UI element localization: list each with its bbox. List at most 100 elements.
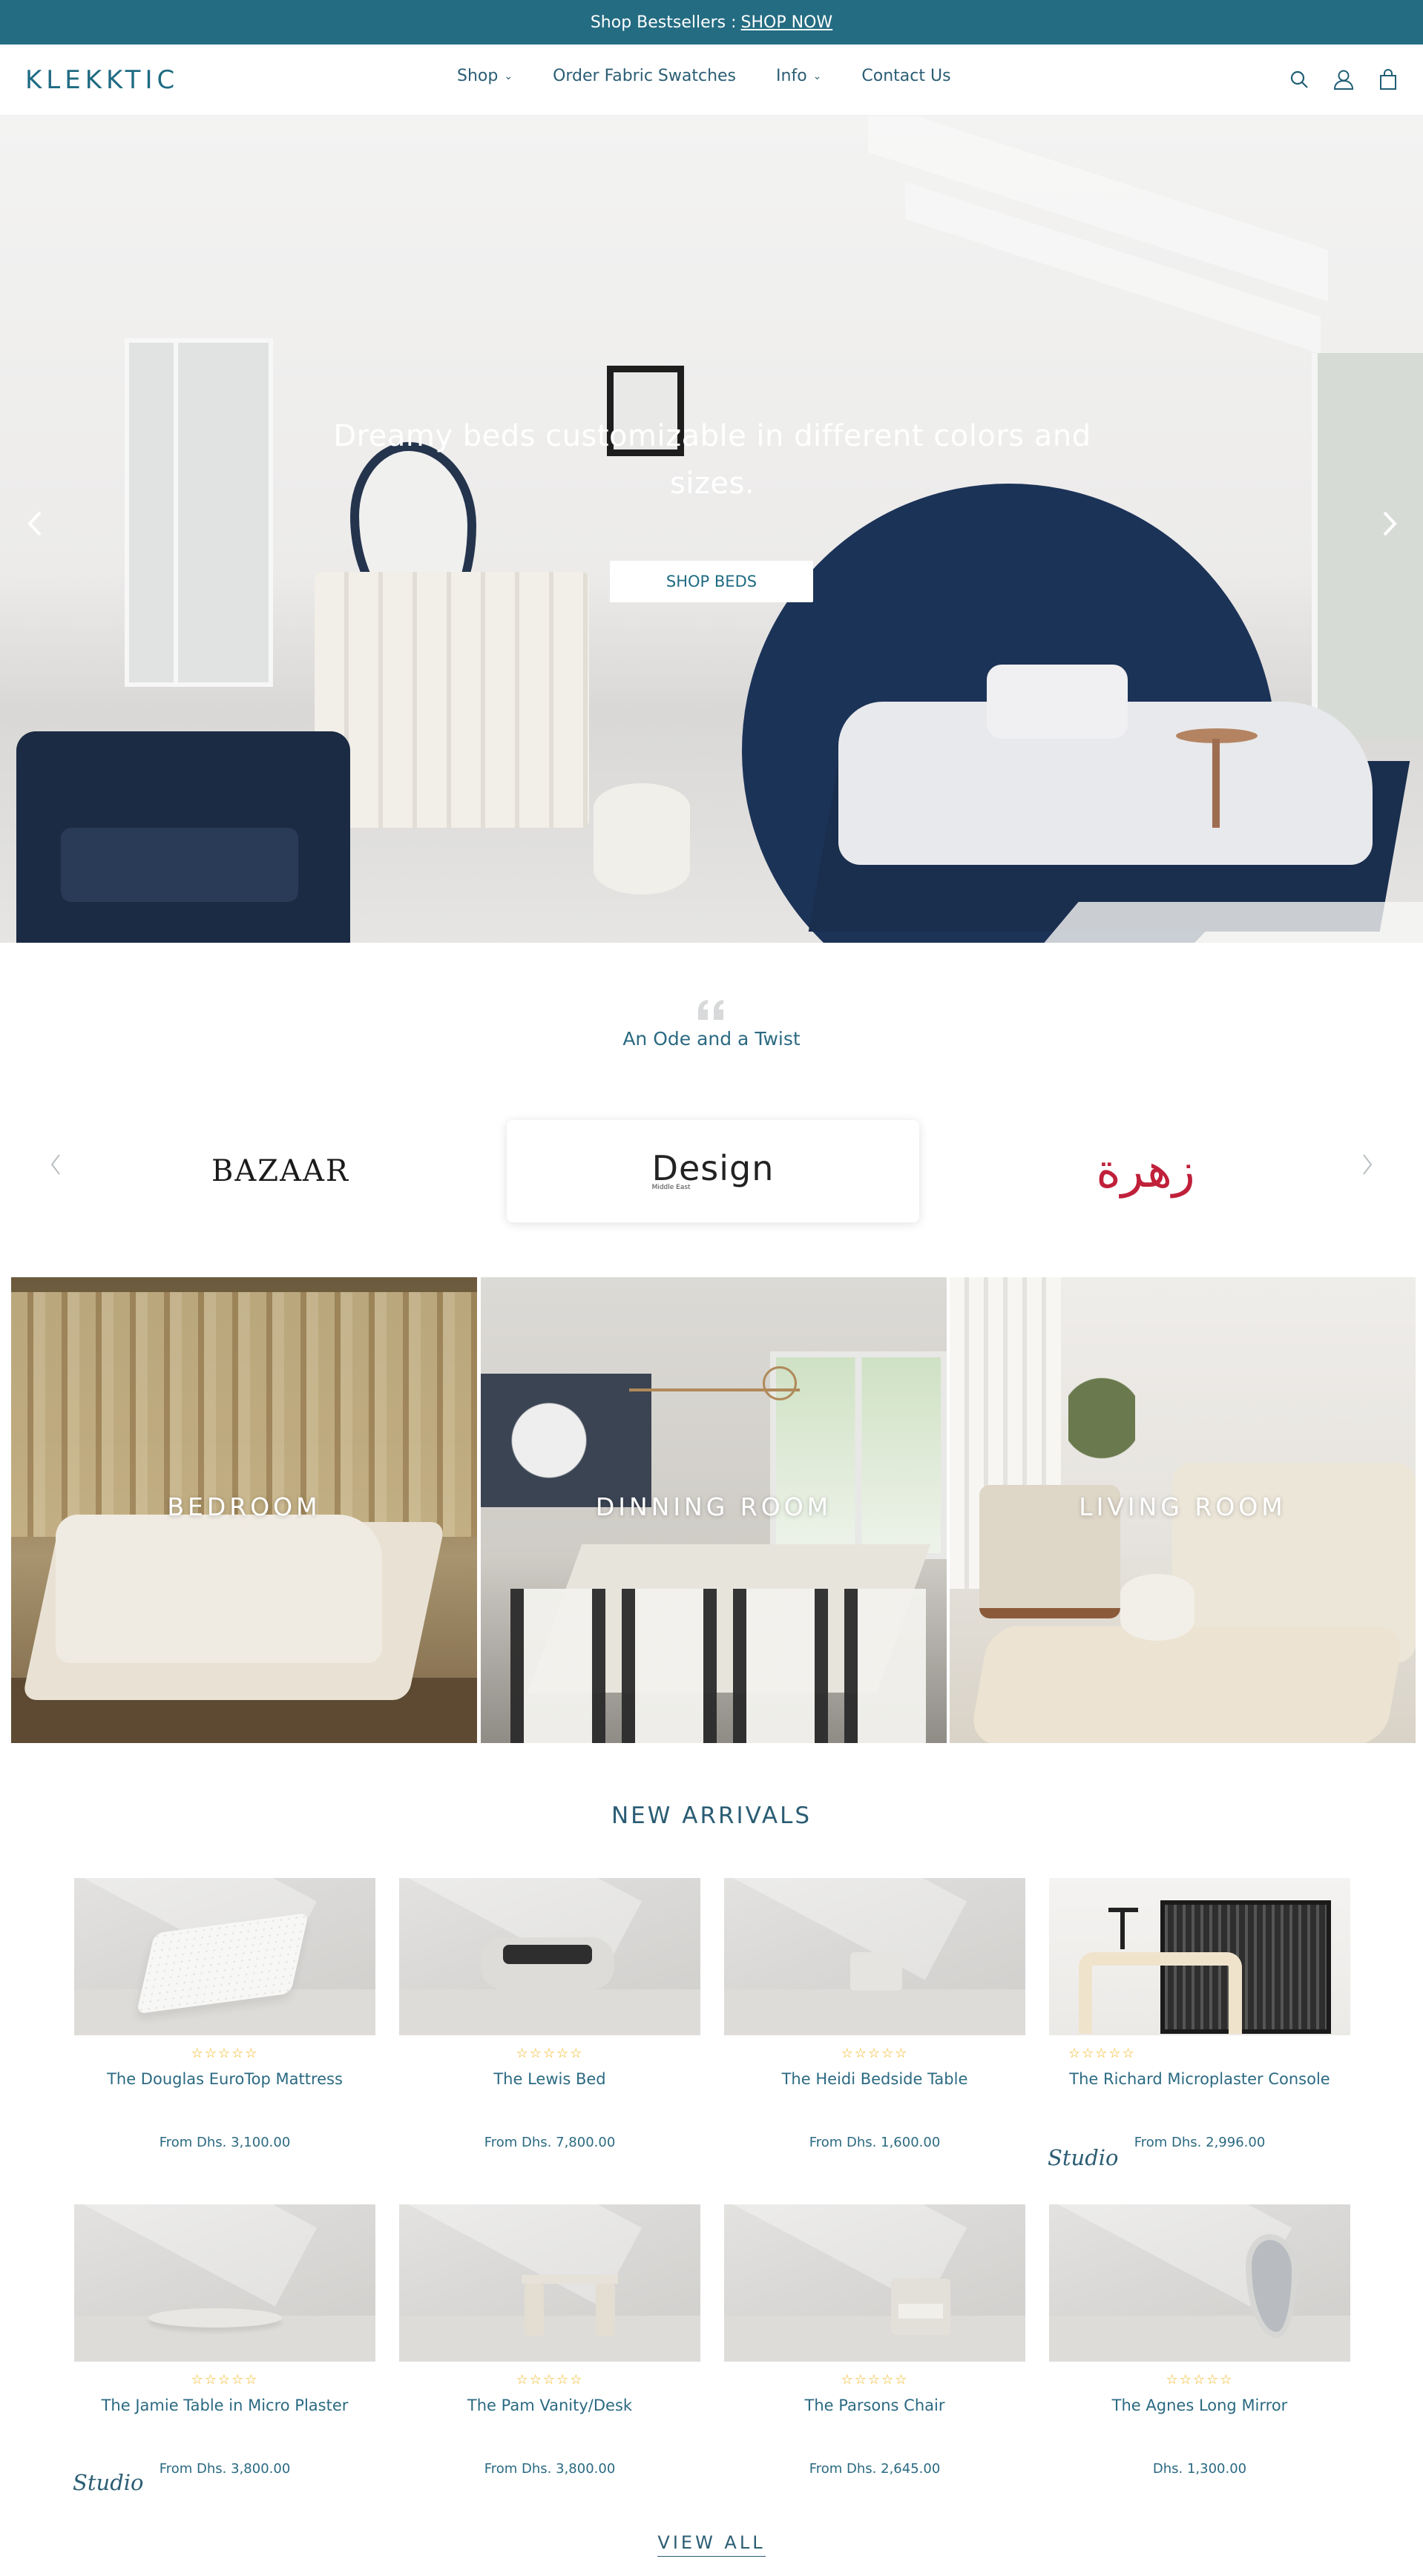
hero-scene xyxy=(16,731,350,943)
product-price: From Dhs. 3,800.00 xyxy=(484,2461,616,2477)
announcement-bar: Shop Bestsellers : SHOP NOW xyxy=(0,0,1423,45)
room-tile-dining-room[interactable]: DINNING ROOM xyxy=(481,1277,947,1743)
product-image xyxy=(74,2204,375,2362)
press-logo-zahrat[interactable]: زهرة xyxy=(939,1120,1352,1222)
hero-scene xyxy=(1312,353,1423,739)
product-title[interactable]: The Heidi Bedside Table xyxy=(724,2069,1025,2089)
product-title[interactable]: The Lewis Bed xyxy=(399,2069,700,2089)
design-logo-text: Design xyxy=(651,1148,775,1188)
product-card[interactable]: ☆☆☆☆☆ The Heidi Bedside Table From Dhs. … xyxy=(724,1878,1025,2150)
product-card[interactable]: ☆☆☆☆☆ The Richard Microplaster Console F… xyxy=(1049,1878,1350,2150)
header-icons xyxy=(1286,67,1401,92)
rating-stars: ☆☆☆☆☆ xyxy=(1068,2046,1136,2061)
hero-scene xyxy=(1212,739,1220,828)
room-image xyxy=(510,1589,926,1743)
hero-title: Dreamy beds customizable in different co… xyxy=(333,419,1091,501)
product-card[interactable]: ☆☆☆☆☆ The Parsons Chair From Dhs. 2,645.… xyxy=(724,2204,1025,2477)
press-quote: An Ode and a Twist xyxy=(622,1028,801,1050)
room-label: BEDROOM xyxy=(167,1492,321,1521)
product-card[interactable]: ☆☆☆☆☆ The Pam Vanity/Desk From Dhs. 3,80… xyxy=(399,2204,700,2477)
chevron-down-icon: ⌄ xyxy=(812,70,822,82)
new-arrivals-title: NEW ARRIVALS xyxy=(611,1802,812,1829)
product-card[interactable]: ☆☆☆☆☆ The Agnes Long Mirror Dhs. 1,300.0… xyxy=(1049,2204,1350,2477)
product-image xyxy=(1049,2204,1350,2362)
chevron-right-icon xyxy=(1383,511,1397,536)
product-card[interactable]: ☆☆☆☆☆ The Jamie Table in Micro Plaster F… xyxy=(74,2204,375,2477)
rating-stars: ☆☆☆☆☆ xyxy=(841,2372,909,2388)
nav-item-info[interactable]: Info ⌄ xyxy=(776,67,821,85)
product-price: From Dhs. 2,645.00 xyxy=(809,2461,941,2477)
rating-stars: ☆☆☆☆☆ xyxy=(516,2046,584,2061)
nav-item-shop[interactable]: Shop ⌄ xyxy=(457,67,513,85)
product-image xyxy=(724,2204,1025,2362)
product-title[interactable]: The Douglas EuroTop Mattress xyxy=(74,2069,375,2089)
hero-scene xyxy=(1028,902,1423,943)
press-logo-bazaar[interactable]: BAZAAR xyxy=(74,1120,487,1222)
press-logo-design[interactable]: Design Middle East xyxy=(507,1120,919,1222)
room-tile-living-room[interactable]: LIVING ROOM xyxy=(950,1277,1416,1743)
studio-badge: Studio xyxy=(1048,2145,1119,2170)
product-title[interactable]: The Jamie Table in Micro Plaster xyxy=(74,2395,375,2416)
nav-label: Contact Us xyxy=(861,67,951,85)
product-title[interactable]: The Pam Vanity/Desk xyxy=(399,2395,700,2416)
hero-slider: Dreamy beds customizable in different co… xyxy=(0,116,1423,943)
product-title[interactable]: The Parsons Chair xyxy=(724,2395,1025,2416)
product-title[interactable]: The Richard Microplaster Console xyxy=(1049,2069,1350,2089)
room-image xyxy=(968,1626,1406,1743)
product-image xyxy=(724,1878,1025,2035)
chevron-left-icon xyxy=(50,1154,60,1175)
product-image xyxy=(74,1878,375,2035)
rating-stars: ☆☆☆☆☆ xyxy=(1166,2372,1234,2388)
room-label: LIVING ROOM xyxy=(1079,1492,1286,1521)
chevron-right-icon xyxy=(1363,1154,1373,1175)
product-price: From Dhs. 1,600.00 xyxy=(809,2135,941,2150)
hero-scene xyxy=(987,665,1128,739)
product-card[interactable]: ☆☆☆☆☆ The Lewis Bed From Dhs. 7,800.00 xyxy=(399,1878,700,2150)
room-label: DINNING ROOM xyxy=(595,1492,832,1521)
quote-icon xyxy=(698,1000,723,1020)
design-logo-subtext: Middle East xyxy=(651,1184,691,1191)
product-price: Dhs. 1,300.00 xyxy=(1152,2461,1247,2477)
shop-beds-button[interactable]: SHOP BEDS xyxy=(610,561,813,602)
room-image xyxy=(481,1374,651,1507)
product-title[interactable]: The Agnes Long Mirror xyxy=(1049,2395,1350,2416)
product-image xyxy=(1049,1878,1350,2035)
hero-scene xyxy=(594,783,690,895)
product-price: From Dhs. 7,800.00 xyxy=(484,2135,616,2150)
nav-label: Order Fabric Swatches xyxy=(553,67,737,85)
nav-label: Info xyxy=(776,67,807,85)
product-image xyxy=(399,1878,700,2035)
rating-stars: ☆☆☆☆☆ xyxy=(841,2046,909,2061)
hero-prev-button[interactable] xyxy=(16,501,53,546)
press-prev-button[interactable] xyxy=(45,1150,67,1179)
announcement-text: Shop Bestsellers : xyxy=(590,13,737,32)
account-icon[interactable] xyxy=(1331,67,1356,92)
cart-icon[interactable] xyxy=(1376,67,1401,92)
rating-stars: ☆☆☆☆☆ xyxy=(191,2046,259,2061)
studio-badge: Studio xyxy=(73,2470,144,2495)
hero-scene xyxy=(315,572,589,828)
main-nav: Shop ⌄ Order Fabric Swatches Info ⌄ Cont… xyxy=(457,67,951,85)
hero-next-button[interactable] xyxy=(1371,501,1408,546)
shop-now-link[interactable]: SHOP NOW xyxy=(741,13,833,32)
nav-item-fabric-swatches[interactable]: Order Fabric Swatches xyxy=(553,67,736,85)
room-image xyxy=(763,1366,797,1400)
press-next-button[interactable] xyxy=(1356,1150,1378,1179)
product-price: From Dhs. 3,100.00 xyxy=(159,2135,291,2150)
product-image xyxy=(399,2204,700,2362)
nav-item-contact[interactable]: Contact Us xyxy=(861,67,950,85)
bazaar-logo: BAZAAR xyxy=(211,1154,349,1188)
room-image xyxy=(56,1515,382,1663)
room-image xyxy=(1068,1337,1135,1500)
view-all-wrapper: VIEW ALL xyxy=(0,2532,1423,2557)
room-tile-bedroom[interactable]: BEDROOM xyxy=(11,1277,477,1743)
room-image xyxy=(1120,1574,1194,1641)
zahrat-logo: زهرة xyxy=(1096,1144,1195,1199)
site-logo[interactable]: KLEKKTIC xyxy=(25,65,179,95)
chevron-left-icon xyxy=(27,511,42,536)
rating-stars: ☆☆☆☆☆ xyxy=(516,2372,584,2388)
design-logo: Design Middle East xyxy=(652,1151,775,1191)
view-all-link[interactable]: VIEW ALL xyxy=(657,2532,766,2557)
search-icon[interactable] xyxy=(1286,67,1312,92)
product-card[interactable]: ☆☆☆☆☆ The Douglas EuroTop Mattress From … xyxy=(74,1878,375,2150)
